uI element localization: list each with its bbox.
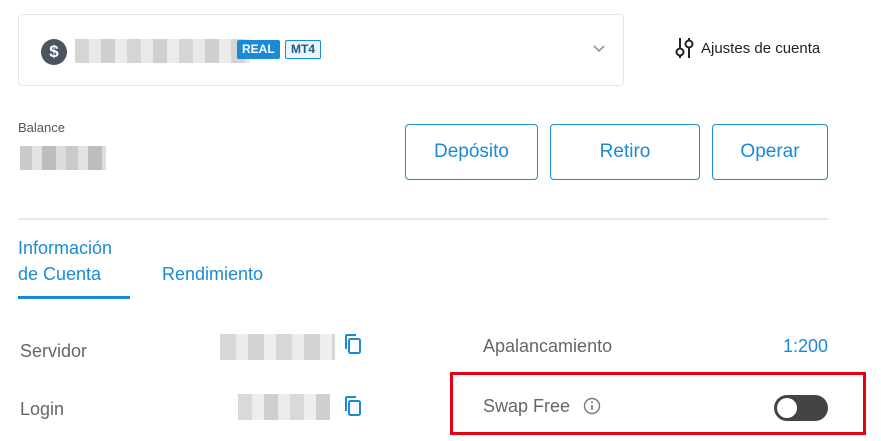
account-settings-link[interactable]: Ajustes de cuenta	[674, 36, 820, 60]
section-divider	[18, 218, 828, 220]
copy-icon[interactable]	[343, 395, 363, 417]
login-value-redacted	[238, 394, 330, 420]
server-value-redacted	[220, 334, 335, 360]
tab-performance[interactable]: Rendimiento	[162, 261, 263, 287]
platform-badge: MT4	[285, 40, 321, 59]
sliders-icon	[675, 38, 694, 58]
deposit-button[interactable]: Depósito	[405, 124, 538, 180]
leverage-value[interactable]: 1:200	[783, 336, 828, 357]
tab-account-info[interactable]: Información de Cuenta	[18, 235, 130, 287]
account-selector[interactable]: $ REAL MT4	[18, 14, 624, 86]
trade-button[interactable]: Operar	[712, 124, 828, 180]
chevron-down-icon[interactable]	[592, 41, 606, 55]
info-icon[interactable]	[583, 397, 601, 415]
withdraw-button[interactable]: Retiro	[550, 124, 700, 180]
login-label: Login	[20, 399, 65, 419]
leverage-label: Apalancamiento	[483, 336, 613, 356]
server-label: Servidor	[20, 341, 88, 361]
account-settings-label: Ajustes de cuenta	[701, 39, 821, 57]
toggle-knob	[777, 398, 797, 418]
swap-free-label: Swap Free	[483, 396, 571, 416]
swap-free-toggle[interactable]	[774, 395, 828, 421]
active-tab-indicator	[18, 296, 130, 299]
dollar-coin-icon: $	[41, 39, 67, 65]
copy-icon[interactable]	[343, 333, 363, 355]
balance-value-redacted	[20, 146, 106, 170]
account-number-redacted	[75, 39, 250, 63]
balance-label: Balance	[18, 120, 65, 135]
account-type-badge: REAL	[237, 40, 280, 59]
